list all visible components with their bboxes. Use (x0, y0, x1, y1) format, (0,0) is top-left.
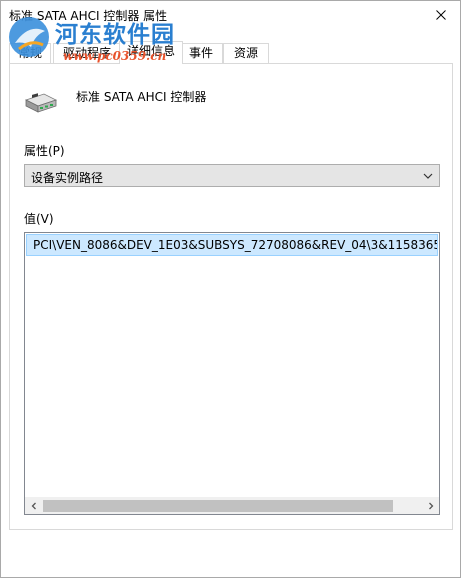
tab-resources[interactable]: 资源 (223, 43, 269, 63)
close-button[interactable] (426, 3, 456, 27)
tab-general[interactable]: 常规 (9, 43, 51, 63)
scroll-left-button[interactable] (25, 498, 42, 514)
list-item-text: PCI\VEN_8086&DEV_1E03&SUBSYS_72708086&RE… (33, 238, 437, 252)
value-listbox[interactable]: PCI\VEN_8086&DEV_1E03&SUBSYS_72708086&RE… (24, 232, 440, 515)
properties-window: 标准 SATA AHCI 控制器 属性 河东软件园 www.pc0359.cn … (0, 0, 461, 578)
window-title: 标准 SATA AHCI 控制器 属性 (9, 9, 168, 23)
property-select-value: 设备实例路径 (31, 171, 104, 185)
chevron-down-icon (423, 173, 433, 179)
title-bar[interactable]: 标准 SATA AHCI 控制器 属性 (1, 1, 460, 31)
tab-label: 驱动程序 (62, 46, 111, 60)
tab-driver[interactable]: 驱动程序 (53, 43, 121, 63)
storage-controller-icon (24, 93, 58, 113)
tab-label: 详细信息 (126, 44, 175, 58)
tab-events[interactable]: 事件 (179, 43, 223, 63)
chevron-right-icon (428, 502, 433, 510)
horizontal-scrollbar[interactable] (25, 497, 439, 514)
property-label: 属性(P) (24, 144, 65, 158)
scroll-thumb[interactable] (43, 500, 393, 512)
tab-label: 资源 (233, 46, 258, 60)
value-label: 值(V) (24, 212, 54, 226)
list-item[interactable]: PCI\VEN_8086&DEV_1E03&SUBSYS_72708086&RE… (26, 234, 438, 256)
chevron-left-icon (31, 502, 36, 510)
scroll-right-button[interactable] (422, 498, 439, 514)
details-panel: 标准 SATA AHCI 控制器 属性(P) 设备实例路径 值(V) PCI\V… (9, 63, 453, 530)
device-name: 标准 SATA AHCI 控制器 (76, 90, 207, 104)
property-select[interactable]: 设备实例路径 (24, 164, 440, 187)
close-icon (436, 10, 446, 20)
tab-details[interactable]: 详细信息 (119, 41, 183, 64)
tab-label: 事件 (188, 46, 213, 60)
tab-label: 常规 (17, 46, 42, 60)
